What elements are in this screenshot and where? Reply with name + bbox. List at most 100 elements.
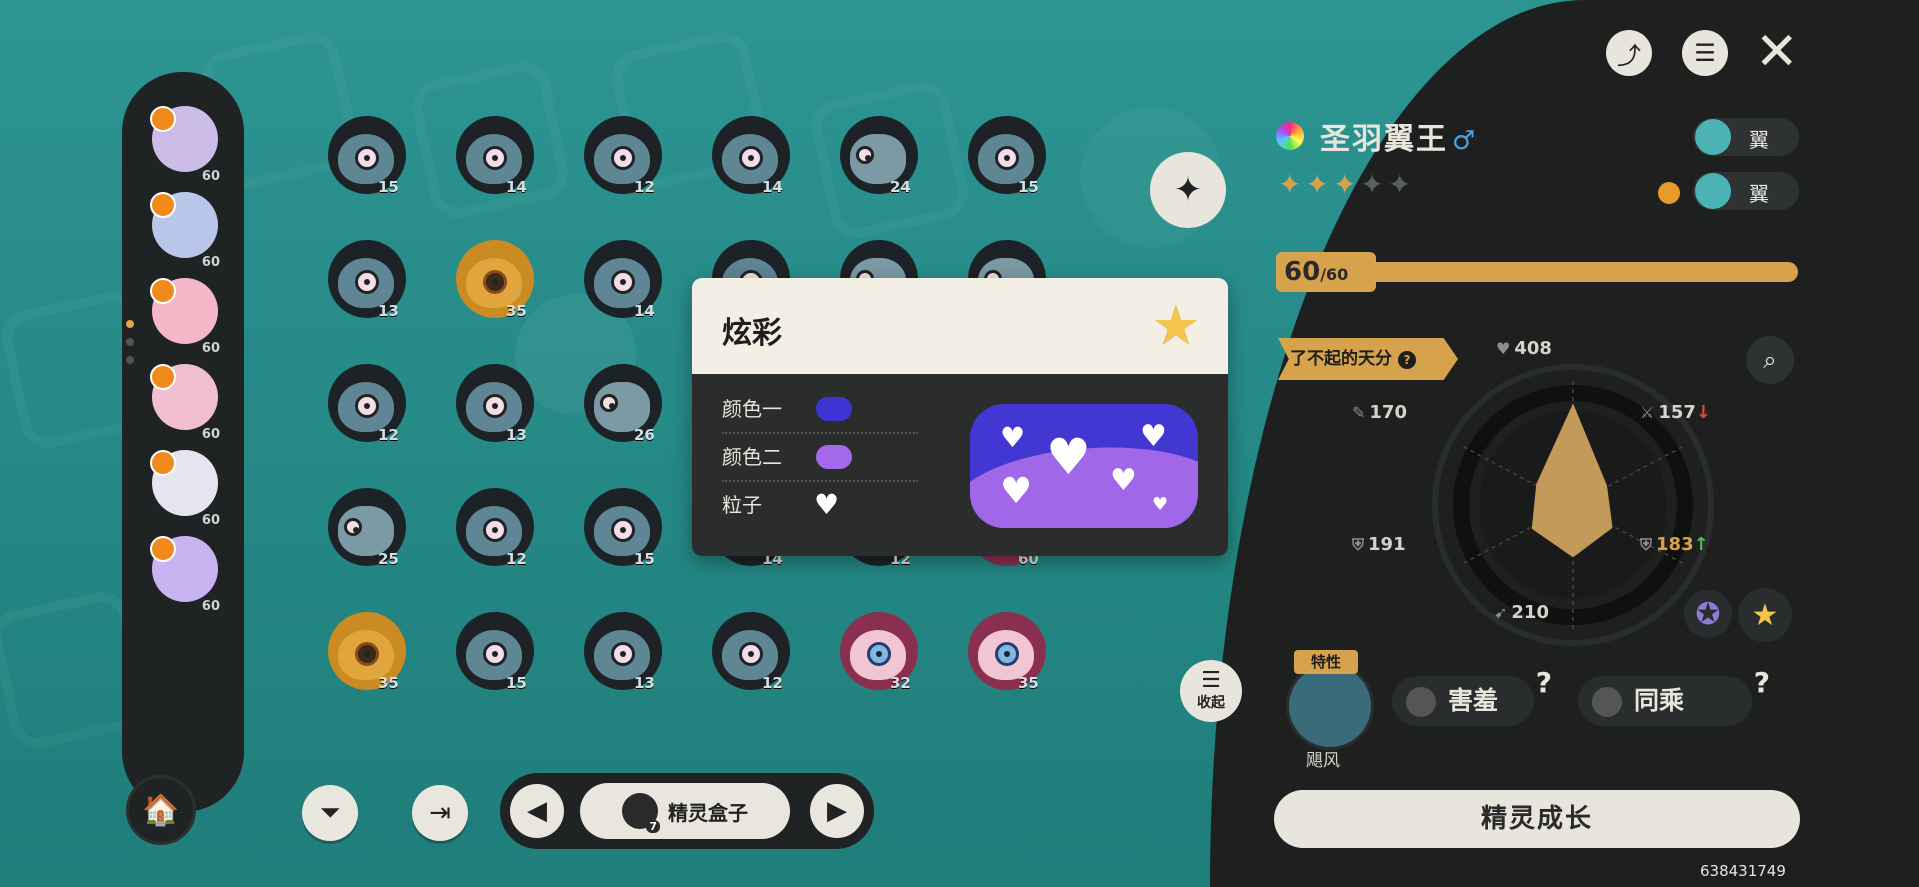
creature-eye xyxy=(600,394,618,412)
trait-tag: 特性 xyxy=(1294,650,1358,674)
creature-eye xyxy=(344,518,362,536)
creature-level: 15 xyxy=(506,674,527,692)
shiny-emblem[interactable]: ★ xyxy=(1738,588,1792,642)
creature-level: 13 xyxy=(378,302,399,320)
talent-label: 了不起的天分 xyxy=(1290,349,1392,369)
creature-eye xyxy=(611,518,635,542)
creature-level: 13 xyxy=(506,426,527,444)
creature-cell[interactable]: 32 xyxy=(834,608,962,732)
team-slot[interactable]: 60 xyxy=(146,358,226,444)
status-badge-icon xyxy=(150,106,176,132)
zoom-button[interactable]: ⌕ xyxy=(1746,336,1794,384)
status-badge-icon xyxy=(150,536,176,562)
prev-page-button[interactable]: ◀ xyxy=(510,784,564,838)
trait-card[interactable]: 特性 飓风 xyxy=(1284,650,1374,771)
creature-eye xyxy=(995,146,1019,170)
stat-hp: ♥ 408 xyxy=(1496,338,1552,359)
color-one-swatch xyxy=(816,397,852,421)
creature-cell[interactable]: 15 xyxy=(578,484,706,608)
status-badge-icon xyxy=(150,278,176,304)
star-rating: ✦✦✦✦✦ xyxy=(1278,168,1415,201)
boot-icon: ➹ xyxy=(1494,603,1508,622)
creature-eye xyxy=(867,642,891,666)
team-level: 60 xyxy=(201,599,220,614)
type-label: 翼 xyxy=(1749,182,1769,206)
grow-button[interactable]: 精灵成长 xyxy=(1274,790,1800,848)
team-slot[interactable]: 60 xyxy=(146,530,226,616)
creature-cell[interactable]: 13 xyxy=(322,236,450,360)
creature-level: 35 xyxy=(378,674,399,692)
heart-icon: ♥ xyxy=(1496,339,1511,358)
share-button[interactable]: ⤴ xyxy=(1606,30,1652,76)
color-one-label: 颜色一 xyxy=(722,397,782,421)
creature-level: 14 xyxy=(506,178,527,196)
stat-sp-defense: ⛨ 183↑ xyxy=(1640,534,1709,555)
help-icon: ? xyxy=(1753,666,1770,699)
creature-level: 15 xyxy=(1018,178,1039,196)
team-level: 60 xyxy=(201,169,220,184)
status-badge-icon xyxy=(150,192,176,218)
creature-cell[interactable]: 35 xyxy=(962,608,1090,732)
skill-shy[interactable]: 害羞? xyxy=(1392,666,1552,726)
creature-level: 35 xyxy=(506,302,527,320)
home-button[interactable]: 🏠 xyxy=(126,775,196,845)
creature-level: 15 xyxy=(378,178,399,196)
particle-row: 粒子 ♥ xyxy=(722,482,918,528)
creature-cell[interactable]: 14 xyxy=(706,112,834,236)
creature-level: 14 xyxy=(634,302,655,320)
heart-icon: ♥ xyxy=(1000,421,1026,454)
creature-cell[interactable]: 24 xyxy=(834,112,962,236)
creature-level: 12 xyxy=(634,178,655,196)
creature-cell[interactable]: 15 xyxy=(962,112,1090,236)
creature-cell[interactable]: 15 xyxy=(322,112,450,236)
release-button[interactable]: ⇥ xyxy=(412,785,468,841)
team-slot[interactable]: 60 xyxy=(146,272,226,358)
creature-cell[interactable]: 15 xyxy=(450,608,578,732)
creature-cell[interactable]: 12 xyxy=(450,484,578,608)
shiny-toggle-button[interactable]: ✦ xyxy=(1150,152,1226,228)
creature-cell[interactable]: 35 xyxy=(322,608,450,732)
creature-cell[interactable]: 13 xyxy=(578,608,706,732)
skill-label: 害羞 xyxy=(1448,686,1499,715)
level-max: /60 xyxy=(1320,265,1349,284)
details-button[interactable]: ☰ xyxy=(1682,30,1728,76)
collapse-button[interactable]: ☰ 收起 xyxy=(1180,660,1242,722)
color-two-label: 颜色二 xyxy=(722,445,782,469)
type-badge: 翼 xyxy=(1693,118,1799,156)
level-tag: 60/60 xyxy=(1276,252,1376,292)
popup-title: 炫彩 xyxy=(722,316,782,351)
creature-name: 圣羽翼王 ♂ xyxy=(1320,114,1477,158)
creature-cell[interactable]: 12 xyxy=(706,608,834,732)
triangle-left-icon: ◀ xyxy=(527,796,547,826)
creature-cell[interactable]: 12 xyxy=(322,360,450,484)
shiny-color-icon xyxy=(1276,122,1304,150)
creature-cell[interactable]: 13 xyxy=(450,360,578,484)
team-slot[interactable]: 60 xyxy=(146,444,226,530)
skill-ride[interactable]: 同乘? xyxy=(1578,666,1770,726)
team-level: 60 xyxy=(201,513,220,528)
shield-icon: ⛨ xyxy=(1640,535,1653,554)
creature-eye xyxy=(739,146,763,170)
next-page-button[interactable]: ▶ xyxy=(810,784,864,838)
trait-name: 飓风 xyxy=(1306,751,1340,771)
box-count: 7 xyxy=(646,820,660,833)
creature-cell[interactable]: 26 xyxy=(578,360,706,484)
nature-emblem[interactable]: ✪ xyxy=(1684,590,1732,638)
creature-cell[interactable]: 14 xyxy=(578,236,706,360)
close-button[interactable]: ✕ xyxy=(1755,26,1799,78)
filter-button[interactable]: ⏷ xyxy=(302,785,358,841)
creature-cell[interactable]: 12 xyxy=(578,112,706,236)
box-icon: 7 xyxy=(622,793,660,833)
box-select-button[interactable]: 7 精灵盒子 xyxy=(580,783,790,839)
creature-cell[interactable]: 35 xyxy=(450,236,578,360)
creature-cell[interactable]: 25 xyxy=(322,484,450,608)
creature-eye xyxy=(483,270,507,294)
share-icon: ⤴ xyxy=(1617,41,1641,70)
team-slot[interactable]: 60 xyxy=(146,100,226,186)
stat-defense-value: 191 xyxy=(1368,534,1406,555)
stat-speed: ➹ 210 xyxy=(1494,602,1549,623)
team-level: 60 xyxy=(201,427,220,442)
color-two-row: 颜色二 xyxy=(722,434,918,482)
team-slot[interactable]: 60 xyxy=(146,186,226,272)
creature-cell[interactable]: 14 xyxy=(450,112,578,236)
